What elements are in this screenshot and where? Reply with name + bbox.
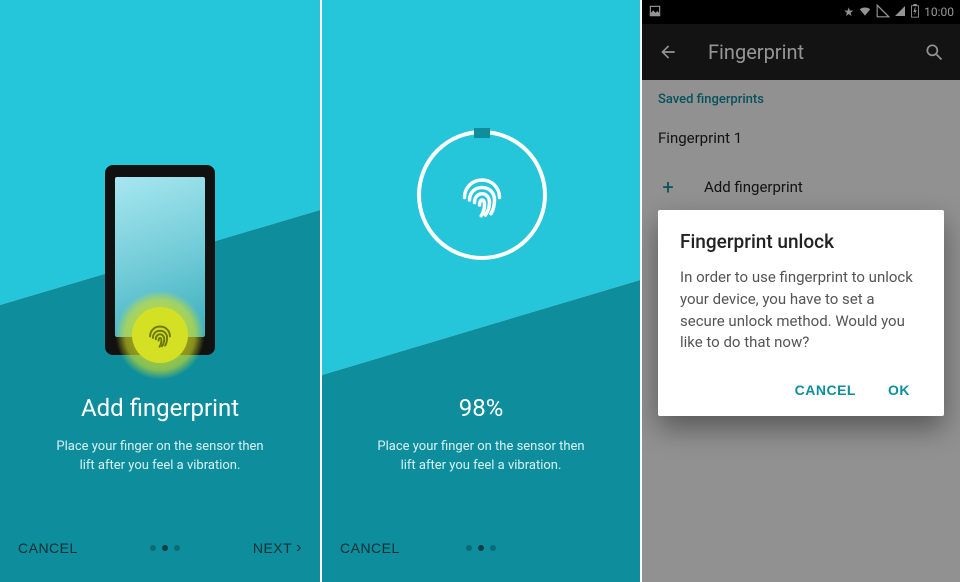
fingerprint-sensor-highlight [115,290,205,380]
fingerprint-icon [452,165,512,225]
next-button[interactable]: NEXT › [253,540,302,556]
screen-scan-progress: 98% Place your finger on the sensor then… [320,0,640,582]
fingerprint-icon [143,318,177,352]
dialog-title: Fingerprint unlock [680,230,922,253]
dialog-cancel-button[interactable]: CANCEL [783,372,868,408]
page-body: Place your finger on the sensor then lif… [50,438,270,476]
footer: CANCEL NEXT › [0,524,320,572]
screen-add-fingerprint: Add fingerprint Place your finger on the… [0,0,320,582]
page-dots [150,545,180,551]
dialog-body: In order to use fingerprint to unlock yo… [680,267,922,354]
footer: CANCEL [322,524,640,572]
page-dots [466,545,496,551]
dialog-ok-button[interactable]: OK [876,372,922,408]
progress-percent: 98% [322,394,640,422]
cancel-button[interactable]: CANCEL [18,540,78,556]
dialog-actions: CANCEL OK [680,372,922,408]
page-title: Add fingerprint [0,394,320,422]
progress-ring [417,130,547,260]
cancel-button[interactable]: CANCEL [340,540,400,556]
fingerprint-unlock-dialog: Fingerprint unlock In order to use finge… [658,210,944,416]
chevron-right-icon: › [296,540,302,556]
page-body: Place your finger on the sensor then lif… [372,438,590,476]
screen-fingerprint-settings: ★ 10:00 Fingerprint [640,0,960,582]
